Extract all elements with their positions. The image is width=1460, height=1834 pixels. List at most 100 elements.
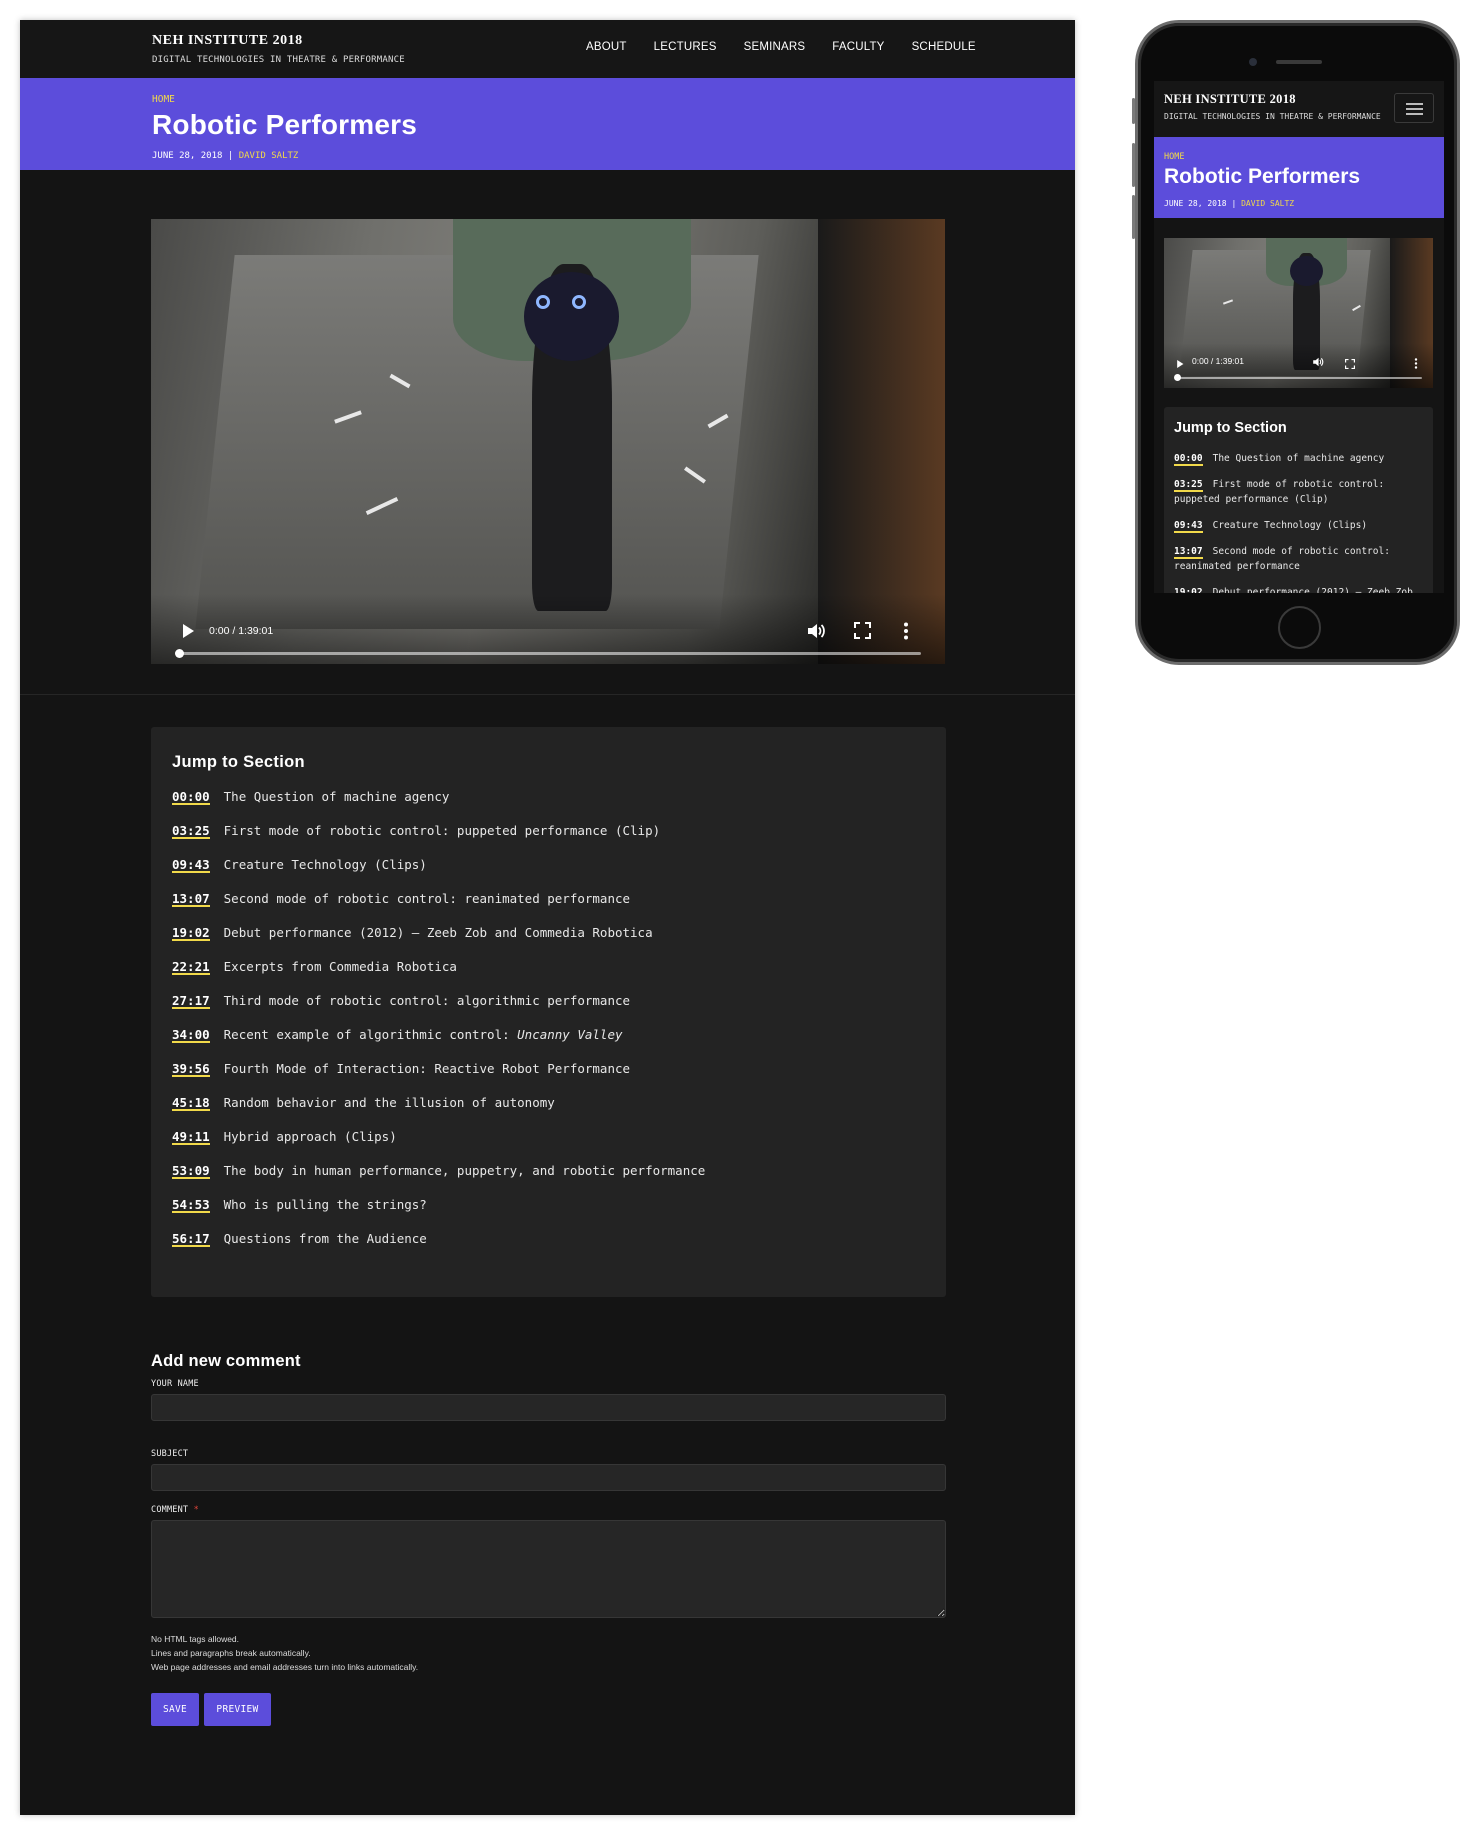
nav-item-schedule[interactable]: SCHEDULE — [912, 41, 976, 53]
mobile-page-banner: HOME Robotic Performers JUNE 28, 2018 | … — [1154, 137, 1444, 218]
mobile-post-author[interactable]: DAVID SALTZ — [1241, 199, 1294, 208]
mobile-section-item: 00:00 The Question of machine agency — [1174, 451, 1424, 466]
mobile-breadcrumb-home[interactable]: HOME — [1164, 152, 1184, 162]
section-label: Third mode of robotic control: algorithm… — [224, 993, 630, 1027]
video-time: 0:00 / 1:39:01 — [209, 625, 274, 637]
preview-button[interactable]: PREVIEW — [204, 1693, 271, 1726]
nav-item-faculty[interactable]: FACULTY — [832, 41, 884, 53]
phone-side-button — [1132, 98, 1135, 124]
mobile-section-item: 09:43 Creature Technology (Clips) — [1174, 518, 1424, 533]
section-label: Debut performance (2012) – Zeeb Zob and … — [224, 925, 653, 959]
mobile-section-label-text: Second mode of robotic control: reanimat… — [1174, 546, 1390, 572]
help-line: Web page addresses and email addresses t… — [151, 1662, 419, 1672]
comment-heading: Add new comment — [151, 1352, 301, 1370]
video-player[interactable]: 0:00 / 1:39:01 — [151, 219, 945, 664]
nav-item-about[interactable]: ABOUT — [586, 41, 627, 53]
section-timestamp-link[interactable]: 56:17 — [172, 1231, 210, 1247]
section-timestamp-link[interactable]: 22:21 — [172, 959, 210, 975]
hamburger-menu-icon[interactable] — [1394, 93, 1434, 123]
phone-speaker — [1276, 60, 1322, 64]
mobile-video-controls: 0:00 / 1:39:01 — [1164, 343, 1433, 388]
fullscreen-icon[interactable] — [1345, 356, 1355, 374]
mobile-section-timestamp-link[interactable]: 09:43 — [1174, 520, 1203, 533]
section-label-text: Hybrid approach (Clips) — [223, 1129, 397, 1144]
mobile-section-timestamp-link[interactable]: 13:07 — [1174, 546, 1203, 559]
section-timestamp-link[interactable]: 19:02 — [172, 925, 210, 941]
nav-item-lectures[interactable]: LECTURES — [654, 41, 717, 53]
jump-to-section-panel: Jump to Section 00:00 The Question of mac… — [151, 727, 946, 1297]
mobile-video-time: 0:00 / 1:39:01 — [1192, 356, 1244, 366]
section-label: The Question of machine agency — [224, 789, 450, 823]
section-timestamp-link[interactable]: 09:43 — [172, 857, 210, 873]
subject-label: SUBJECT — [151, 1449, 189, 1459]
help-line: No HTML tags allowed. — [151, 1634, 240, 1644]
mobile-site-name[interactable]: NEH INSTITUTE 2018 — [1164, 92, 1296, 107]
section-timestamp-link[interactable]: 45:18 — [172, 1095, 210, 1111]
mobile-video-player[interactable]: 0:00 / 1:39:01 — [1164, 238, 1433, 388]
page-banner: HOME Robotic Performers JUNE 28, 2018 | … — [20, 78, 1075, 170]
meta-separator: | — [1231, 199, 1237, 208]
mobile-section-timestamp-link[interactable]: 03:25 — [1174, 479, 1203, 492]
section-timestamp-link[interactable]: 54:53 — [172, 1197, 210, 1213]
section-timestamp-link[interactable]: 27:17 — [172, 993, 210, 1009]
play-icon[interactable] — [181, 623, 195, 644]
section-timestamp-link[interactable]: 13:07 — [172, 891, 210, 907]
more-vert-icon[interactable] — [1414, 356, 1418, 374]
breadcrumb-home[interactable]: HOME — [152, 94, 175, 105]
section-timestamp-link[interactable]: 03:25 — [172, 823, 210, 839]
section-timestamp-link[interactable]: 53:09 — [172, 1163, 210, 1179]
mobile-section-timestamp-link[interactable]: 00:00 — [1174, 453, 1203, 466]
video-progress-track[interactable] — [179, 652, 921, 655]
section-item: 34:00 Recent example of algorithmic contr… — [172, 1027, 705, 1061]
jump-heading: Jump to Section — [172, 753, 305, 771]
fullscreen-icon[interactable] — [854, 622, 871, 644]
help-line: Lines and paragraphs break automatically… — [151, 1648, 311, 1658]
section-label: The body in human performance, puppetry,… — [224, 1163, 706, 1197]
section-label: Second mode of robotic control: reanimat… — [224, 891, 630, 925]
required-marker: * — [193, 1505, 199, 1515]
post-author[interactable]: DAVID SALTZ — [239, 151, 299, 161]
section-label-text: Who is pulling the strings? — [223, 1197, 427, 1212]
section-item: 53:09 The body in human performance, pupp… — [172, 1163, 705, 1197]
section-item: 22:21 Excerpts from Commedia Robotica — [172, 959, 705, 993]
section-item: 19:02 Debut performance (2012) – Zeeb Zob… — [172, 925, 705, 959]
mobile-video-progress-track[interactable] — [1176, 377, 1422, 379]
section-timestamp-link[interactable]: 39:56 — [172, 1061, 210, 1077]
phone-side-button — [1132, 195, 1135, 239]
comment-textarea[interactable] — [151, 1520, 946, 1618]
comment-label: COMMENT * — [151, 1505, 199, 1515]
phone-camera — [1249, 58, 1257, 66]
mobile-site-slogan: DIGITAL TECHNOLOGIES IN THEATRE & PERFOR… — [1164, 112, 1381, 121]
section-label: Who is pulling the strings? — [224, 1197, 427, 1231]
nav-item-seminars[interactable]: SEMINARS — [744, 41, 806, 53]
section-timestamp-link[interactable]: 49:11 — [172, 1129, 210, 1145]
mobile-jump-to-section-panel: Jump to Section 00:00 The Question of mac… — [1164, 407, 1433, 593]
section-label: Creature Technology (Clips) — [224, 857, 427, 891]
video-controls: 0:00 / 1:39:01 — [151, 594, 945, 664]
section-timestamp-link[interactable]: 34:00 — [172, 1027, 210, 1043]
mobile-page-title: Robotic Performers — [1164, 165, 1361, 188]
section-item: 39:56 Fourth Mode of Interaction: Reactiv… — [172, 1061, 705, 1095]
mobile-video-progress-knob[interactable] — [1174, 374, 1181, 381]
volume-icon[interactable] — [806, 621, 826, 646]
save-button[interactable]: SAVE — [151, 1693, 199, 1726]
home-button[interactable] — [1278, 606, 1321, 649]
mobile-section-item: 19:02 Debut performance (2012) – Zeeb Zob — [1174, 585, 1424, 593]
section-item: 49:11 Hybrid approach (Clips) — [172, 1129, 705, 1163]
volume-icon[interactable] — [1312, 355, 1324, 373]
desktop-viewport: NEH INSTITUTE 2018 DIGITAL TECHNOLOGIES … — [20, 20, 1075, 1815]
subject-field[interactable] — [151, 1464, 946, 1491]
main-nav: ABOUT LECTURES SEMINARS FACULTY SCHEDULE — [586, 41, 976, 53]
section-label-emphasis: Uncanny Valley — [517, 1027, 623, 1042]
mobile-section-label-text: First mode of robotic control: puppeted … — [1174, 479, 1385, 505]
section-label: Fourth Mode of Interaction: Reactive Rob… — [224, 1061, 630, 1095]
site-name[interactable]: NEH INSTITUTE 2018 — [152, 33, 303, 49]
section-label-text: Random behavior and the illusion of auto… — [223, 1095, 555, 1110]
mobile-section-timestamp-link[interactable]: 19:02 — [1174, 587, 1203, 593]
section-item: 09:43 Creature Technology (Clips) — [172, 857, 705, 891]
more-vert-icon[interactable] — [903, 622, 909, 645]
play-icon[interactable] — [1176, 356, 1184, 374]
name-field[interactable] — [151, 1394, 946, 1421]
video-progress-knob[interactable] — [175, 649, 184, 658]
section-timestamp-link[interactable]: 00:00 — [172, 789, 210, 805]
